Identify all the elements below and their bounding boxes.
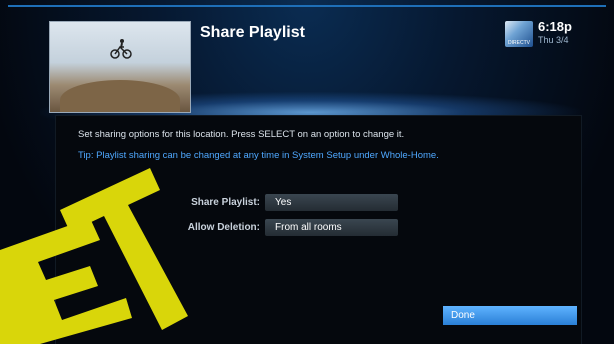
share-playlist-option[interactable]: Yes (265, 194, 398, 211)
bike-rider-icon (110, 39, 132, 59)
instruction-text: Set sharing options for this location. P… (78, 129, 405, 140)
clock-date: Thu 3/4 (538, 35, 569, 45)
share-playlist-label: Share Playlist: (191, 197, 260, 208)
playlist-thumbnail (49, 21, 191, 113)
page-title: Share Playlist (200, 24, 305, 41)
allow-deletion-option[interactable]: From all rooms (265, 219, 398, 236)
clock-time: 6:18p (538, 19, 572, 34)
done-button[interactable]: Done (443, 306, 577, 325)
top-frame-line (8, 5, 606, 7)
tip-text: Tip: Playlist sharing can be changed at … (78, 150, 439, 161)
thumbnail-dirt-hill (60, 80, 180, 112)
directv-logo-icon: DIRECTV (505, 21, 533, 47)
tv-screen: Share Playlist DIRECTV 6:18p Thu 3/4 Set… (0, 0, 614, 344)
logo-text: DIRECTV (508, 40, 530, 46)
allow-deletion-label: Allow Deletion: (187, 222, 260, 233)
